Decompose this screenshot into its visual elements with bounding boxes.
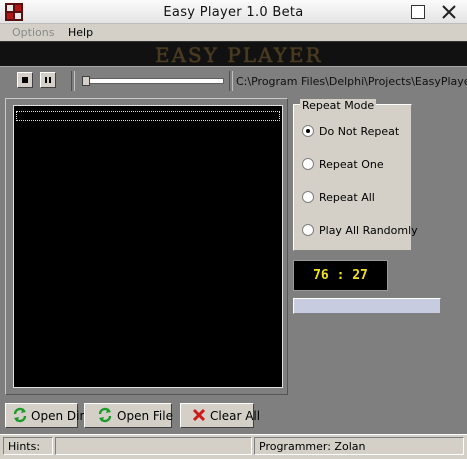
radio-label: Repeat All bbox=[319, 191, 375, 204]
pause-button[interactable] bbox=[40, 72, 56, 88]
radio-label: Repeat One bbox=[319, 158, 384, 171]
radio-label: Do Not Repeat bbox=[319, 125, 400, 138]
status-programmer-panel: Programmer: Zolan bbox=[254, 437, 464, 455]
close-icon[interactable] bbox=[441, 4, 457, 20]
radio-button[interactable] bbox=[302, 158, 314, 170]
stop-icon bbox=[22, 77, 28, 83]
open-file-label: Open File bbox=[117, 409, 173, 423]
volume-bar[interactable] bbox=[293, 298, 441, 314]
app-window: Easy Player 1.0 Beta Options Help EASY P… bbox=[0, 0, 467, 459]
toolbar-separator bbox=[71, 71, 75, 91]
status-hints-panel bbox=[55, 437, 252, 455]
clear-all-label: Clear All bbox=[210, 409, 261, 423]
time-display-text: 76 : 27 bbox=[313, 268, 368, 283]
playlist[interactable] bbox=[13, 105, 283, 388]
banner-logo-text: EASY PLAYER bbox=[155, 43, 323, 67]
playlist-focus-row[interactable] bbox=[16, 111, 280, 121]
pause-icon bbox=[45, 77, 51, 83]
delete-x-icon bbox=[192, 408, 206, 422]
menu-options[interactable]: Options bbox=[12, 26, 54, 39]
open-file-button[interactable]: Open File bbox=[84, 403, 173, 428]
open-dir-button[interactable]: Open Dir.. bbox=[5, 403, 91, 428]
status-hints-label: Hints: bbox=[8, 440, 41, 453]
status-hints-label-panel: Hints: bbox=[3, 437, 53, 455]
repeat-mode-title: Repeat Mode bbox=[300, 99, 377, 112]
maximize-icon[interactable] bbox=[410, 4, 426, 20]
radio-button[interactable] bbox=[302, 191, 314, 203]
window-title: Easy Player 1.0 Beta bbox=[163, 5, 304, 20]
current-path: C:\Program Files\Delphi\Projects\EasyPla… bbox=[236, 75, 467, 88]
menu-help[interactable]: Help bbox=[68, 26, 93, 39]
radio-label: Play All Randomly bbox=[319, 224, 418, 237]
banner: EASY PLAYER bbox=[0, 41, 467, 67]
status-bar: Hints: Programmer: Zolan bbox=[0, 434, 467, 459]
open-dir-label: Open Dir.. bbox=[31, 409, 91, 423]
seek-bar[interactable] bbox=[82, 76, 224, 86]
toolbar-separator bbox=[229, 71, 233, 91]
refresh-icon bbox=[98, 407, 112, 423]
player-toolbar: C:\Program Files\Delphi\Projects\EasyPla… bbox=[0, 66, 467, 95]
title-bar[interactable]: Easy Player 1.0 Beta bbox=[0, 0, 467, 24]
clear-all-button[interactable]: Clear All bbox=[180, 403, 260, 428]
repeat-mode-group: Repeat Mode Do Not Repeat Repeat One Rep… bbox=[293, 99, 418, 251]
refresh-icon bbox=[13, 407, 27, 423]
time-display: 76 : 27 bbox=[293, 260, 388, 291]
stop-button[interactable] bbox=[17, 72, 33, 88]
radio-button[interactable] bbox=[302, 125, 314, 137]
seek-thumb[interactable] bbox=[82, 76, 90, 86]
status-programmer: Programmer: Zolan bbox=[259, 440, 366, 453]
radio-button[interactable] bbox=[302, 224, 314, 236]
radio-selected-dot bbox=[306, 129, 310, 133]
menu-bar: Options Help bbox=[0, 24, 467, 41]
